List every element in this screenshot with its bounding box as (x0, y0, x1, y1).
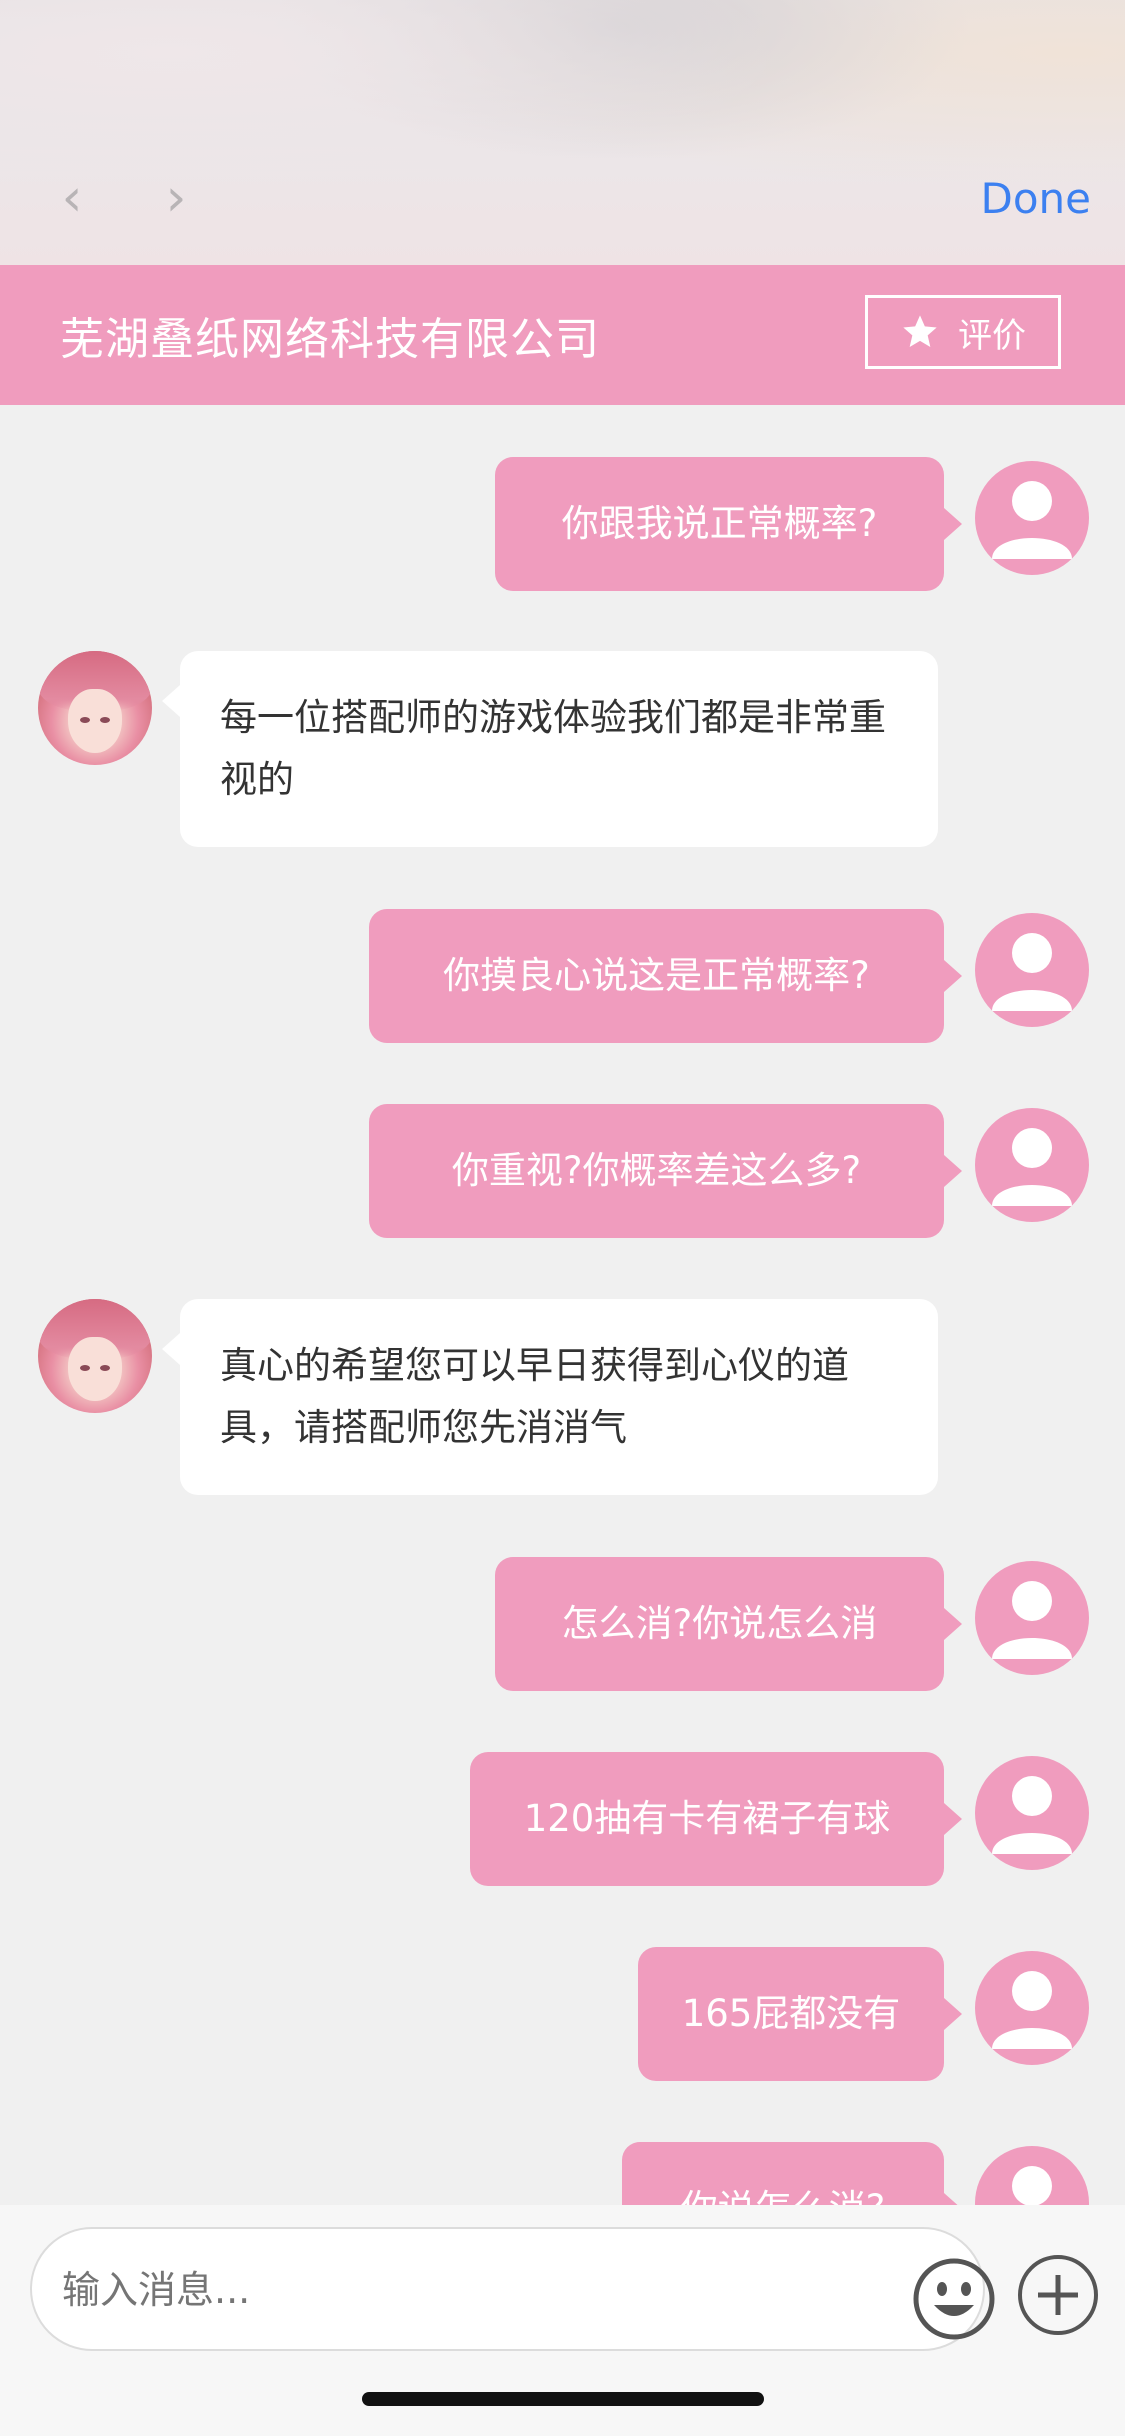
sent-message-bubble: 怎么消?你说怎么消 (495, 1557, 962, 1691)
message-text: 你跟我说正常概率? (561, 502, 878, 545)
user-avatar (975, 1951, 1089, 2065)
user-silhouette-icon (992, 1581, 1072, 1659)
sent-message-bubble: 你说怎么消? (622, 2142, 962, 2205)
message-text: 每一位搭配师的游戏体验我们都是非常重视的 (220, 696, 886, 801)
user-avatar (975, 1561, 1089, 1675)
message-text: 120抽有卡有裙子有球 (523, 1797, 891, 1840)
user-avatar (975, 1108, 1089, 1222)
user-avatar (975, 2146, 1089, 2205)
message-text: 你摸良心说这是正常概率? (443, 954, 870, 997)
chat-header: 芜湖叠纸网络科技有限公司 评价 (0, 265, 1125, 405)
back-arrow-button[interactable]: ‹ (52, 168, 92, 228)
user-silhouette-icon (992, 1971, 1072, 2049)
user-silhouette-icon (992, 1776, 1072, 1854)
user-silhouette-icon (1012, 2166, 1052, 2205)
sent-message-bubble: 165屁都没有 (638, 1947, 962, 2081)
support-avatar (38, 1299, 152, 1413)
rate-button[interactable]: 评价 (865, 295, 1061, 369)
browser-toolbar: ‹ › Done (0, 0, 1125, 265)
plus-circle-icon[interactable] (1016, 2253, 1100, 2337)
message-input[interactable] (60, 2229, 864, 2351)
message-text: 怎么消?你说怎么消 (561, 1602, 878, 1645)
sent-message-bubble: 120抽有卡有裙子有球 (470, 1752, 962, 1886)
forward-arrow-button[interactable]: › (156, 168, 196, 228)
user-silhouette-icon (992, 481, 1072, 559)
smiley-icon[interactable] (912, 2257, 996, 2341)
sent-message-bubble: 你摸良心说这是正常概率? (369, 909, 962, 1043)
done-button[interactable]: Done (981, 168, 1092, 228)
message-input-container[interactable] (30, 2227, 995, 2351)
received-message-bubble: 真心的希望您可以早日获得到心仪的道具，请搭配师您先消消气 (162, 1299, 938, 1495)
message-text: 你重视?你概率差这么多? (451, 1149, 862, 1192)
support-avatar (38, 651, 152, 765)
message-text: 真心的希望您可以早日获得到心仪的道具，请搭配师您先消消气 (220, 1344, 849, 1449)
user-avatar (975, 913, 1089, 1027)
user-silhouette-icon (992, 1128, 1072, 1206)
sent-message-bubble: 你跟我说正常概率? (495, 457, 962, 591)
rate-label: 评价 (958, 315, 1026, 356)
home-indicator[interactable] (362, 2392, 764, 2406)
sent-message-bubble: 你重视?你概率差这么多? (369, 1104, 962, 1238)
star-icon (903, 315, 937, 347)
message-text: 你说怎么消? (681, 2178, 886, 2205)
message-text: 165屁都没有 (681, 1992, 901, 2035)
user-silhouette-icon (992, 933, 1072, 1011)
company-title: 芜湖叠纸网络科技有限公司 (60, 314, 600, 365)
received-message-bubble: 每一位搭配师的游戏体验我们都是非常重视的 (162, 651, 938, 847)
message-list[interactable]: 你跟我说正常概率? 每一位搭配师的游戏体验我们都是非常重视的 你摸良心说这是正常… (0, 405, 1125, 2205)
user-avatar (975, 1756, 1089, 1870)
user-avatar (975, 461, 1089, 575)
